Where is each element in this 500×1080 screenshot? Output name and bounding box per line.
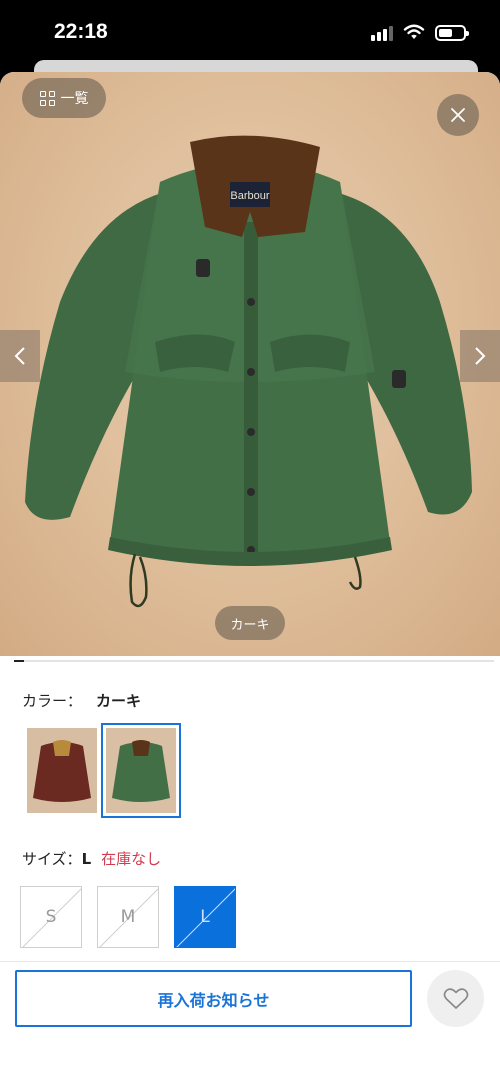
wifi-icon [403, 24, 425, 39]
gallery-progress-fill [14, 660, 24, 662]
color-label: カラー： [22, 692, 83, 710]
favorite-button[interactable] [427, 970, 484, 1027]
product-image-jacket: Barbour [25, 135, 472, 608]
next-image-button[interactable] [460, 330, 500, 382]
size-label: サイズ：L [22, 850, 92, 868]
chevron-right-icon [475, 347, 486, 365]
gallery-progress [14, 660, 494, 662]
heart-icon [443, 987, 468, 1009]
status-time: 22:18 [54, 20, 108, 43]
image-color-chip: カーキ [215, 606, 285, 640]
product-image-gallery[interactable]: Barbour 一覧 カーキ [0, 72, 500, 656]
swatch-image-khaki [106, 728, 176, 813]
size-option-s[interactable]: S [20, 886, 82, 948]
status-icons [371, 24, 469, 41]
chevron-left-icon [14, 347, 25, 365]
svg-text:Barbour: Barbour [230, 190, 269, 202]
battery-icon [435, 24, 469, 41]
list-button-label: 一覧 [60, 91, 89, 107]
signal-icon [371, 25, 393, 41]
color-value: カーキ [96, 692, 142, 710]
status-bar: 22:18 [0, 0, 500, 66]
product-sheet: Barbour 一覧 カーキ カラー： カーキ サイズ：L 在庫なし S M L… [0, 72, 500, 1080]
size-row: サイズ：L 在庫なし [22, 848, 161, 869]
size-option-l[interactable]: L [174, 886, 236, 948]
close-button[interactable] [437, 94, 479, 136]
close-icon [451, 108, 465, 122]
list-view-button[interactable]: 一覧 [22, 78, 106, 118]
size-option-m[interactable]: M [97, 886, 159, 948]
color-swatch-khaki[interactable] [101, 723, 181, 818]
previous-image-button[interactable] [0, 330, 40, 382]
color-row: カラー： カーキ [22, 690, 141, 711]
stock-status: 在庫なし [101, 850, 162, 868]
divider [0, 961, 500, 962]
grid-icon [39, 90, 55, 106]
restock-notify-button[interactable]: 再入荷お知らせ [15, 970, 412, 1027]
swatch-image-brown [27, 728, 97, 813]
color-swatch-brown[interactable] [22, 723, 102, 818]
